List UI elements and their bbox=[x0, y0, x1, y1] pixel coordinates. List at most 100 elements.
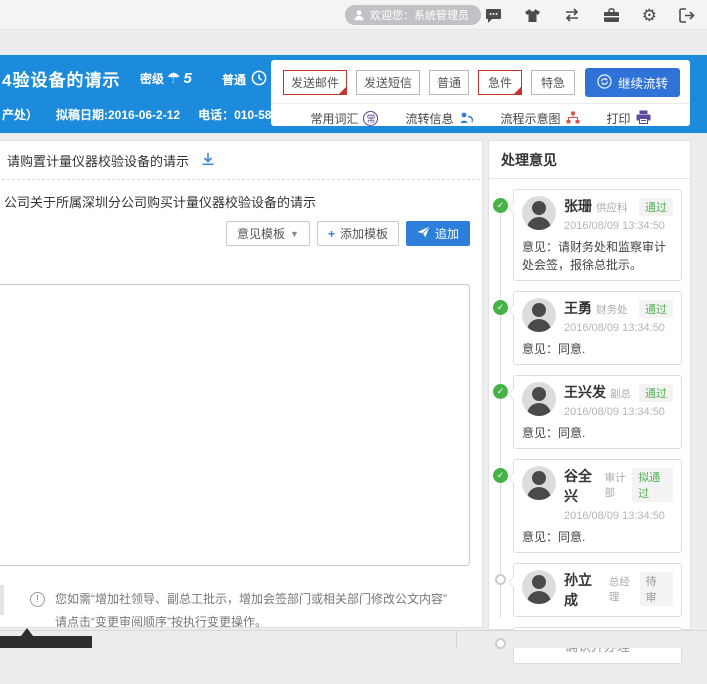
avatar bbox=[522, 382, 556, 416]
logout-icon[interactable] bbox=[679, 8, 695, 23]
approval-card[interactable]: 谷全兴 审计部 拟通过 2016/08/09 13:34:50 意见：同意. bbox=[513, 459, 682, 553]
action-buttons-row: 发送邮件 发送短信 普通 急件 特急 继续流转 bbox=[271, 60, 690, 103]
approval-card[interactable]: 王勇 财务处 通过 2016/08/09 13:34:50 意见：同意. bbox=[513, 291, 682, 365]
check-icon: ✓ bbox=[493, 300, 508, 315]
page-footer bbox=[0, 630, 707, 648]
priority-urgent-button[interactable]: 急件 bbox=[478, 70, 522, 95]
status-badge: 拟通过 bbox=[632, 468, 673, 502]
processing-opinions-panel: 处理意见 ✓ 张珊 供应科 通过 2016/08/09 13:34:50 bbox=[488, 140, 691, 630]
approver-dept: 财务处 bbox=[596, 302, 628, 317]
security-level-value: 5 bbox=[183, 70, 191, 87]
approval-card[interactable]: 张珊 供应科 通过 2016/08/09 13:34:50 意见：请财务处和监察… bbox=[513, 189, 682, 281]
pending-dot-icon bbox=[495, 574, 506, 585]
tooltip-stub bbox=[0, 636, 92, 648]
priority-normal-button[interactable]: 普通 bbox=[429, 70, 469, 95]
approver-name: 张珊 bbox=[564, 196, 592, 216]
status-badge: 通过 bbox=[639, 300, 673, 318]
common-words-link[interactable]: 常用词汇 常 bbox=[310, 110, 378, 127]
opinion-toolbar: 意见模板 ▼ + 添加模板 追加 bbox=[226, 221, 470, 246]
note-line-2: 请点击“变更审阅顺序”按执行变更操作。 bbox=[55, 611, 447, 628]
approver-dept: 副总 bbox=[610, 386, 631, 401]
pending-dot-icon bbox=[495, 638, 506, 649]
info-icon: ! bbox=[30, 592, 45, 607]
urgency-label: 普通 bbox=[222, 71, 246, 88]
flow-diagram-link[interactable]: 流程示意图 bbox=[501, 110, 580, 127]
append-button[interactable]: 追加 bbox=[406, 221, 470, 246]
avatar bbox=[522, 298, 556, 332]
briefcase-icon[interactable] bbox=[603, 8, 620, 23]
priority-extra-urgent-button[interactable]: 特急 bbox=[531, 70, 575, 95]
security-level-group: 密级 ☂ 5 bbox=[140, 70, 192, 87]
attachment-row: 请购置计量仪器校验设备的请示 bbox=[0, 141, 482, 179]
plus-icon: + bbox=[328, 227, 335, 241]
opinion-textarea[interactable] bbox=[0, 284, 470, 566]
footer-divider bbox=[456, 630, 457, 648]
tooltip-arrow bbox=[21, 628, 33, 636]
print-link[interactable]: 打印 bbox=[607, 110, 651, 127]
transfer-icon bbox=[459, 111, 474, 127]
approver-name: 孙立成 bbox=[564, 570, 605, 610]
action-links-row: 常用词汇 常 流转信息 流程示意图 打印 bbox=[271, 103, 690, 133]
status-badge: 通过 bbox=[639, 198, 673, 216]
approval-date: 2016/08/09 13:34:50 bbox=[564, 406, 673, 418]
send-mail-button[interactable]: 发送邮件 bbox=[283, 70, 347, 95]
cutoff-element bbox=[0, 585, 4, 615]
approval-opinion: 意见：同意. bbox=[522, 528, 673, 546]
approver-name: 谷全兴 bbox=[564, 466, 601, 506]
add-template-button[interactable]: + 添加模板 bbox=[317, 221, 399, 246]
paper-plane-icon bbox=[417, 226, 430, 241]
approver-dept: 供应科 bbox=[596, 200, 628, 215]
dept-fragment: 产处） bbox=[2, 106, 38, 123]
approval-item: 孙立成 总经理 待审 bbox=[513, 563, 682, 617]
check-icon: ✓ bbox=[493, 468, 508, 483]
chevron-down-icon: ▼ bbox=[290, 229, 299, 239]
approval-date: 2016/08/09 13:34:50 bbox=[564, 220, 673, 232]
switch-icon[interactable] bbox=[563, 8, 581, 22]
approval-date: 2016/08/09 13:34:50 bbox=[564, 322, 673, 334]
check-icon: ✓ bbox=[493, 384, 508, 399]
approval-item: ✓ 王勇 财务处 通过 2016/08/09 13:34:50 意见：同意. bbox=[513, 291, 682, 365]
welcome-text: 欢迎您：系统管理员 bbox=[370, 7, 469, 23]
status-badge: 待审 bbox=[640, 572, 673, 606]
approval-opinion: 意见：同意. bbox=[522, 340, 673, 358]
clock-icon bbox=[251, 70, 267, 89]
urgency-group: 普通 bbox=[222, 70, 267, 89]
approver-dept: 总经理 bbox=[609, 574, 640, 604]
circled-char-icon: 常 bbox=[363, 111, 378, 126]
status-badge: 通过 bbox=[639, 384, 673, 402]
send-sms-button[interactable]: 发送短信 bbox=[356, 70, 420, 95]
attachment-name[interactable]: 请购置计量仪器校验设备的请示 bbox=[7, 151, 189, 170]
approval-item: ✓ 王兴发 副总 通过 2016/08/09 13:34:50 意见：同意. bbox=[513, 375, 682, 449]
settings-gear-icon[interactable]: ⚙ bbox=[642, 7, 657, 24]
approval-timeline: ✓ 张珊 供应科 通过 2016/08/09 13:34:50 意见：请财务处和… bbox=[489, 179, 690, 684]
user-welcome-pill[interactable]: 欢迎您：系统管理员 bbox=[345, 5, 481, 25]
topbar: 欢迎您：系统管理员 ⚙ bbox=[0, 0, 707, 30]
approver-dept: 审计部 bbox=[605, 470, 633, 500]
panel-title: 处理意见 bbox=[489, 141, 690, 179]
message-icon[interactable] bbox=[485, 8, 502, 23]
approval-date: 2016/08/09 13:34:50 bbox=[564, 510, 673, 522]
timeline-line bbox=[500, 203, 501, 618]
approval-item: ✓ 张珊 供应科 通过 2016/08/09 13:34:50 意见：请财务处和… bbox=[513, 189, 682, 281]
note-line-1: 您如需“增加社领导、副总工批示，增加会签部门或相关部门修改公文内容” bbox=[55, 588, 447, 611]
flowchart-icon bbox=[566, 111, 580, 127]
draft-date: 拟稿日期:2016-06-2-12 bbox=[56, 106, 180, 123]
refresh-circle-icon bbox=[597, 74, 612, 92]
approval-opinion: 意见：同意. bbox=[522, 424, 673, 442]
topbar-icons: ⚙ bbox=[485, 0, 695, 30]
approval-card[interactable]: 王兴发 副总 通过 2016/08/09 13:34:50 意见：同意. bbox=[513, 375, 682, 449]
theme-shirt-icon[interactable] bbox=[524, 8, 541, 23]
user-icon bbox=[353, 9, 365, 21]
flow-info-link[interactable]: 流转信息 bbox=[405, 110, 473, 127]
approval-item: ✓ 谷全兴 审计部 拟通过 2016/08/09 13:34:50 意见：同意. bbox=[513, 459, 682, 553]
security-label: 密级 bbox=[140, 70, 164, 87]
approval-opinion: 意见：请财务处和监察审计处会签，报徐总批示。 bbox=[522, 238, 673, 274]
approval-card[interactable]: 孙立成 总经理 待审 bbox=[513, 563, 682, 617]
opinion-template-dropdown[interactable]: 意见模板 ▼ bbox=[226, 221, 310, 246]
umbrella-icon: ☂ bbox=[167, 71, 180, 86]
approver-name: 王勇 bbox=[564, 298, 592, 318]
download-icon[interactable] bbox=[201, 152, 215, 169]
continue-flow-button[interactable]: 继续流转 bbox=[585, 68, 680, 97]
avatar bbox=[522, 466, 556, 500]
printer-icon bbox=[636, 110, 651, 127]
